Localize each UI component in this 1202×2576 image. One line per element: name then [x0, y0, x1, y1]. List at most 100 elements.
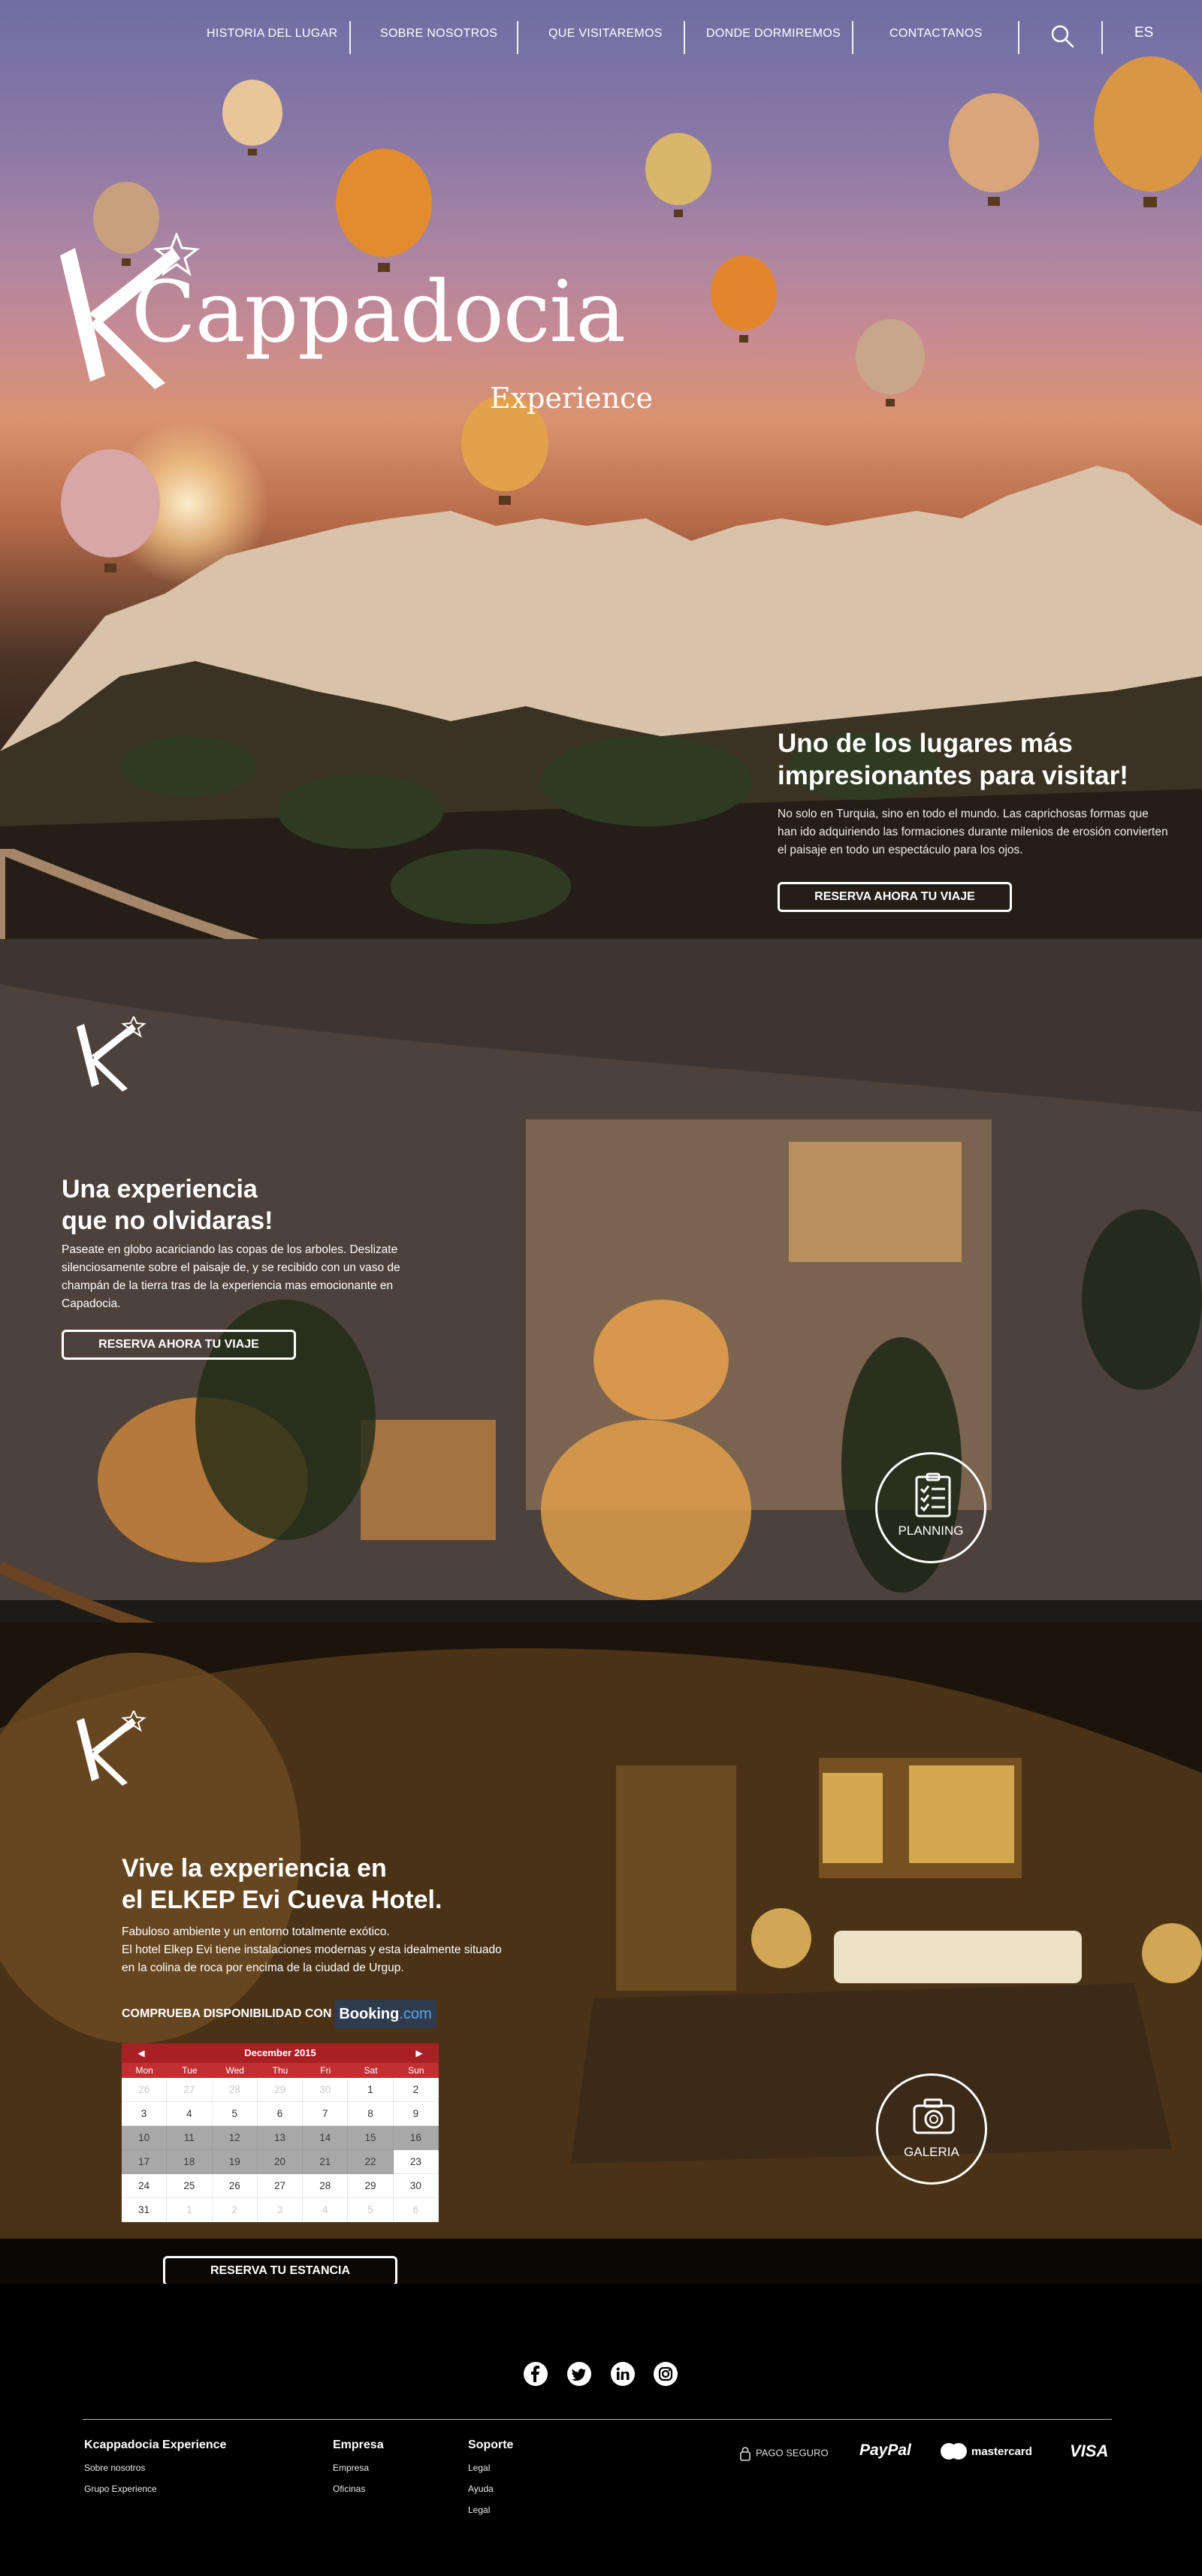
reserve-stay-button[interactable]: RESERVA TU ESTANCIA: [163, 2256, 397, 2284]
calendar-day[interactable]: 29: [348, 2174, 394, 2198]
twitter-icon[interactable]: [567, 2362, 591, 2386]
nav-divider: [852, 21, 853, 54]
availability-label: COMPRUEBA DISPONIBILIDAD CON: [122, 2007, 332, 2020]
nav-divider: [349, 21, 351, 54]
calendar-day[interactable]: 26: [212, 2174, 258, 2198]
calendar-day[interactable]: 4: [167, 2102, 213, 2126]
footer-link-empresa[interactable]: Empresa: [333, 2463, 384, 2473]
footer-column-soporte: Soporte Legal Ayuda Legal: [468, 2439, 513, 2515]
calendar-day[interactable]: 4: [303, 2198, 349, 2222]
footer-link-legal[interactable]: Legal: [468, 2505, 513, 2515]
calendar-day[interactable]: 2: [212, 2198, 258, 2222]
calendar-day[interactable]: 24: [122, 2174, 168, 2198]
calendar-day[interactable]: 30: [393, 2174, 439, 2198]
calendar-day[interactable]: 23: [393, 2150, 439, 2174]
calendar-day[interactable]: 30: [303, 2078, 349, 2102]
footer-divider: [83, 2419, 1112, 2420]
calendar-day[interactable]: 28: [303, 2174, 349, 2198]
nav-item-sobre-nosotros[interactable]: SOBRE NOSOTROS: [380, 27, 497, 41]
calendar-day[interactable]: 17: [122, 2150, 168, 2174]
footer-link-legal[interactable]: Legal: [468, 2463, 513, 2473]
weekday-label: Thu: [272, 2065, 288, 2076]
calendar-day[interactable]: 21: [303, 2150, 349, 2174]
footer-link-sobre-nosotros[interactable]: Sobre nosotros: [84, 2463, 226, 2473]
brand-subtitle: Experience: [490, 382, 654, 415]
weekday-label: Fri: [320, 2065, 331, 2076]
experience-section: Una experiencia que no olvidaras! Paseat…: [0, 939, 1202, 1645]
calendar-day[interactable]: 11: [167, 2126, 213, 2150]
footer-heading: Empresa: [333, 2439, 384, 2451]
calendar-day[interactable]: 14: [303, 2126, 349, 2150]
nav-item-contactanos[interactable]: CONTACTANOS: [889, 27, 983, 41]
lock-icon: [740, 2447, 750, 2461]
calendar-prev-button[interactable]: ◀: [132, 2043, 150, 2063]
nav-divider: [1101, 21, 1103, 54]
calendar-month: December 2015: [244, 2047, 316, 2058]
footer-link-oficinas[interactable]: Oficinas: [333, 2484, 384, 2494]
calendar-day[interactable]: 16: [393, 2126, 439, 2150]
footer-heading: Kcappadocia Experience: [84, 2439, 227, 2451]
facebook-icon[interactable]: [524, 2362, 548, 2386]
gallery-badge[interactable]: GALERIA: [876, 2073, 987, 2185]
planning-badge[interactable]: PLANNING: [875, 1452, 986, 1563]
mastercard-logo: mastercard: [941, 2443, 1032, 2460]
site-footer: Kcappadocia Experience Sobre nosotros Gr…: [0, 2284, 1202, 2576]
calendar-day[interactable]: 10: [122, 2126, 168, 2150]
calendar-day[interactable]: 29: [257, 2078, 304, 2102]
calendar-days-grid: 26 27 28 29 30 1 2 3 4 5 6 7 8 9 10 11 12 13 14 15 16 17 18 19 2…: [122, 2078, 439, 2222]
footer-link-grupo-experience[interactable]: Grupo Experience: [84, 2484, 226, 2494]
reserve-trip-button[interactable]: RESERVA AHORA TU VIAJE: [62, 1330, 296, 1360]
weekday-label: Sat: [364, 2065, 378, 2076]
calendar-day[interactable]: 31: [122, 2198, 168, 2222]
brand-logo: Cappadocia Experience: [53, 225, 654, 421]
calendar-day[interactable]: 1: [348, 2078, 394, 2102]
linkedin-icon[interactable]: [611, 2362, 635, 2386]
language-selector[interactable]: ES: [1134, 25, 1153, 41]
calendar-day[interactable]: 6: [393, 2198, 439, 2222]
calendar-day[interactable]: 15: [348, 2126, 394, 2150]
calendar-day[interactable]: 6: [257, 2102, 304, 2126]
calendar-day[interactable]: 26: [122, 2078, 168, 2102]
calendar-day[interactable]: 12: [212, 2126, 258, 2150]
paypal-logo: PayPal: [859, 2442, 911, 2459]
hotel-description-line: Fabuloso ambiente y un entorno totalment…: [122, 1925, 390, 1938]
gallery-label: GALERIA: [904, 2145, 959, 2159]
calendar-day[interactable]: 3: [257, 2198, 304, 2222]
booking-com-button[interactable]: Booking.com: [334, 2000, 436, 2028]
experience-description: Paseate en globo acariciando las copas d…: [62, 1243, 400, 1310]
calendar-day[interactable]: 13: [257, 2126, 304, 2150]
calendar-day[interactable]: 18: [167, 2150, 213, 2174]
footer-link-ayuda[interactable]: Ayuda: [468, 2484, 513, 2494]
nav-item-historia[interactable]: HISTORIA DEL LUGAR: [207, 27, 337, 41]
calendar-day[interactable]: 22: [348, 2150, 394, 2174]
calendar-day[interactable]: 8: [348, 2102, 394, 2126]
calendar-day[interactable]: 5: [212, 2102, 258, 2126]
calendar-day[interactable]: 9: [393, 2102, 439, 2126]
nav-divider: [1018, 21, 1019, 54]
calendar-day[interactable]: 27: [167, 2078, 213, 2102]
hotel-title: Vive la experiencia en el ELKEP Evi Cuev…: [122, 1853, 512, 1916]
experience-title: Una experiencia que no olvidaras!: [62, 1173, 437, 1237]
calendar-day[interactable]: 2: [393, 2078, 439, 2102]
weekday-label: Sun: [408, 2065, 424, 2076]
calendar-next-button[interactable]: ▶: [410, 2043, 428, 2063]
calendar-day[interactable]: 25: [167, 2174, 213, 2198]
hotel-description-line: El hotel Elkep Evi tiene instalaciones m…: [122, 1943, 502, 1974]
calendar-day[interactable]: 20: [257, 2150, 304, 2174]
nav-item-que-visitaremos[interactable]: QUE VISITAREMOS: [548, 27, 663, 41]
search-icon[interactable]: [1050, 24, 1074, 48]
nav-item-donde-dormiremos[interactable]: DONDE DORMIREMOS: [706, 27, 841, 41]
calendar-day[interactable]: 5: [348, 2198, 394, 2222]
calendar-day[interactable]: 28: [212, 2078, 258, 2102]
instagram-icon[interactable]: [654, 2362, 678, 2386]
experience-title-line: que no olvidaras!: [62, 1206, 273, 1235]
calendar-day[interactable]: 27: [257, 2174, 304, 2198]
calendar-day[interactable]: 7: [303, 2102, 349, 2126]
hero-title: Uno de los lugares más impresionantes pa…: [778, 729, 1128, 790]
calendar-day[interactable]: 3: [122, 2102, 168, 2126]
calendar-day[interactable]: 1: [167, 2198, 213, 2222]
brand-wordmark: Cappadocia: [131, 264, 626, 361]
top-navigation: HISTORIA DEL LUGAR SOBRE NOSOTROS QUE VI…: [0, 0, 1202, 68]
calendar-day[interactable]: 19: [212, 2150, 258, 2174]
calendar-weekdays: Mon Tue Wed Thu Fri Sat Sun: [122, 2063, 439, 2078]
